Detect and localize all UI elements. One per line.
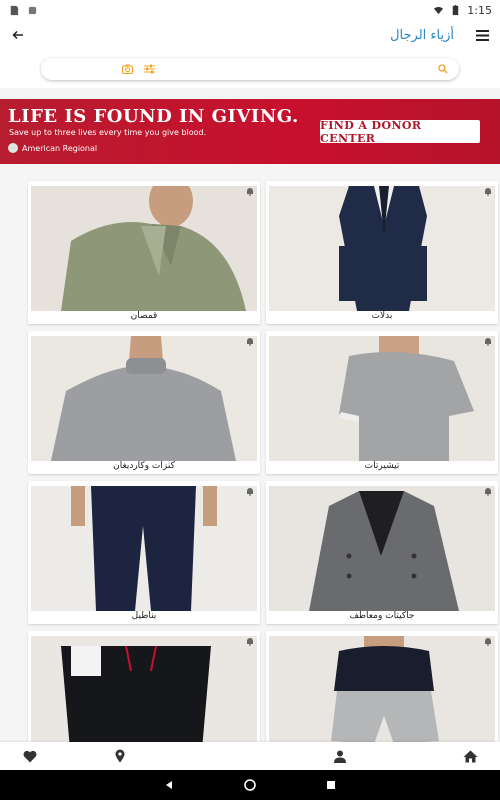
shorts-photo [269,636,495,742]
sweaters-photo [31,336,257,461]
app-bar: أزياء الرجال [0,20,500,50]
category-card-shirts[interactable]: قمصان [28,181,260,324]
category-label: قمصان [130,311,158,321]
category-label: بدلات [371,311,393,321]
menu-button[interactable] [472,25,492,45]
category-label: تيشيرتات [364,461,400,471]
bell-icon[interactable] [246,337,254,346]
banner-brand: American Regional [8,143,97,153]
bell-icon[interactable] [246,637,254,646]
category-card-tshirts[interactable]: تيشيرتات [266,331,498,474]
location-pin-icon [115,749,125,763]
favorites-tab[interactable] [20,746,40,766]
category-grid: بدلات قمصان تيشيرتات كنزات وكارديغان جاك… [0,176,500,742]
location-tab[interactable] [110,746,130,766]
ad-banner[interactable]: LIFE IS FOUND IN GIVING. Save up to thre… [0,99,500,164]
camera-icon[interactable] [121,63,133,75]
category-card-suits[interactable]: بدلات [266,181,498,324]
search-input[interactable] [155,62,437,76]
suits-photo [269,186,495,311]
tshirts-photo [269,336,495,461]
category-card-trousers[interactable]: بناطيل [28,481,260,624]
category-card-sweaters[interactable]: كنزات وكارديغان [28,331,260,474]
filter-icon[interactable] [143,63,155,75]
bell-icon[interactable] [246,487,254,496]
search-icon[interactable] [437,63,449,75]
search-area [0,50,500,88]
arrow-left-icon [12,30,23,40]
brand-logo-icon [8,143,18,153]
menu-icon [475,29,489,41]
system-recents-icon[interactable] [326,780,336,790]
category-card[interactable] [28,631,260,742]
category-label: جاكيتات ومعاطف [349,611,415,621]
bell-icon[interactable] [484,187,492,196]
search-bar[interactable] [41,58,459,80]
category-card[interactable] [266,631,498,742]
find-donor-center-button[interactable]: FIND A DONOR CENTER [320,119,480,145]
bottom-nav [0,742,500,770]
hoodie-photo [31,636,257,742]
page-title: أزياء الرجال [390,27,454,43]
jackets-photo [269,486,495,611]
shirts-photo [31,186,257,311]
sd-card-icon [10,5,19,15]
bell-icon[interactable] [484,487,492,496]
category-card-jackets[interactable]: جاكيتات ومعاطف [266,481,498,624]
category-label: كنزات وكارديغان [113,461,175,471]
account-icon [334,750,346,763]
banner-headline: LIFE IS FOUND IN GIVING. [8,106,299,127]
system-back-icon[interactable] [164,780,174,790]
trousers-photo [31,486,257,611]
home-tab[interactable] [460,746,480,766]
battery-icon [453,4,459,15]
banner-subline: Save up to three lives every time you gi… [9,128,207,137]
heart-icon [23,750,37,762]
system-home-icon[interactable] [244,779,256,791]
bell-icon[interactable] [484,337,492,346]
status-bar: 1:15 [0,0,500,20]
bell-icon[interactable] [484,637,492,646]
wifi-icon [434,6,444,14]
status-time: 1:15 [467,3,492,17]
notification-icon [28,6,37,14]
home-icon [463,750,477,762]
back-button[interactable] [8,25,28,45]
bell-icon[interactable] [246,187,254,196]
banner-brand-label: American Regional [22,143,98,153]
category-label: بناطيل [131,611,157,621]
system-nav-bar [0,770,500,800]
account-tab[interactable] [330,746,350,766]
